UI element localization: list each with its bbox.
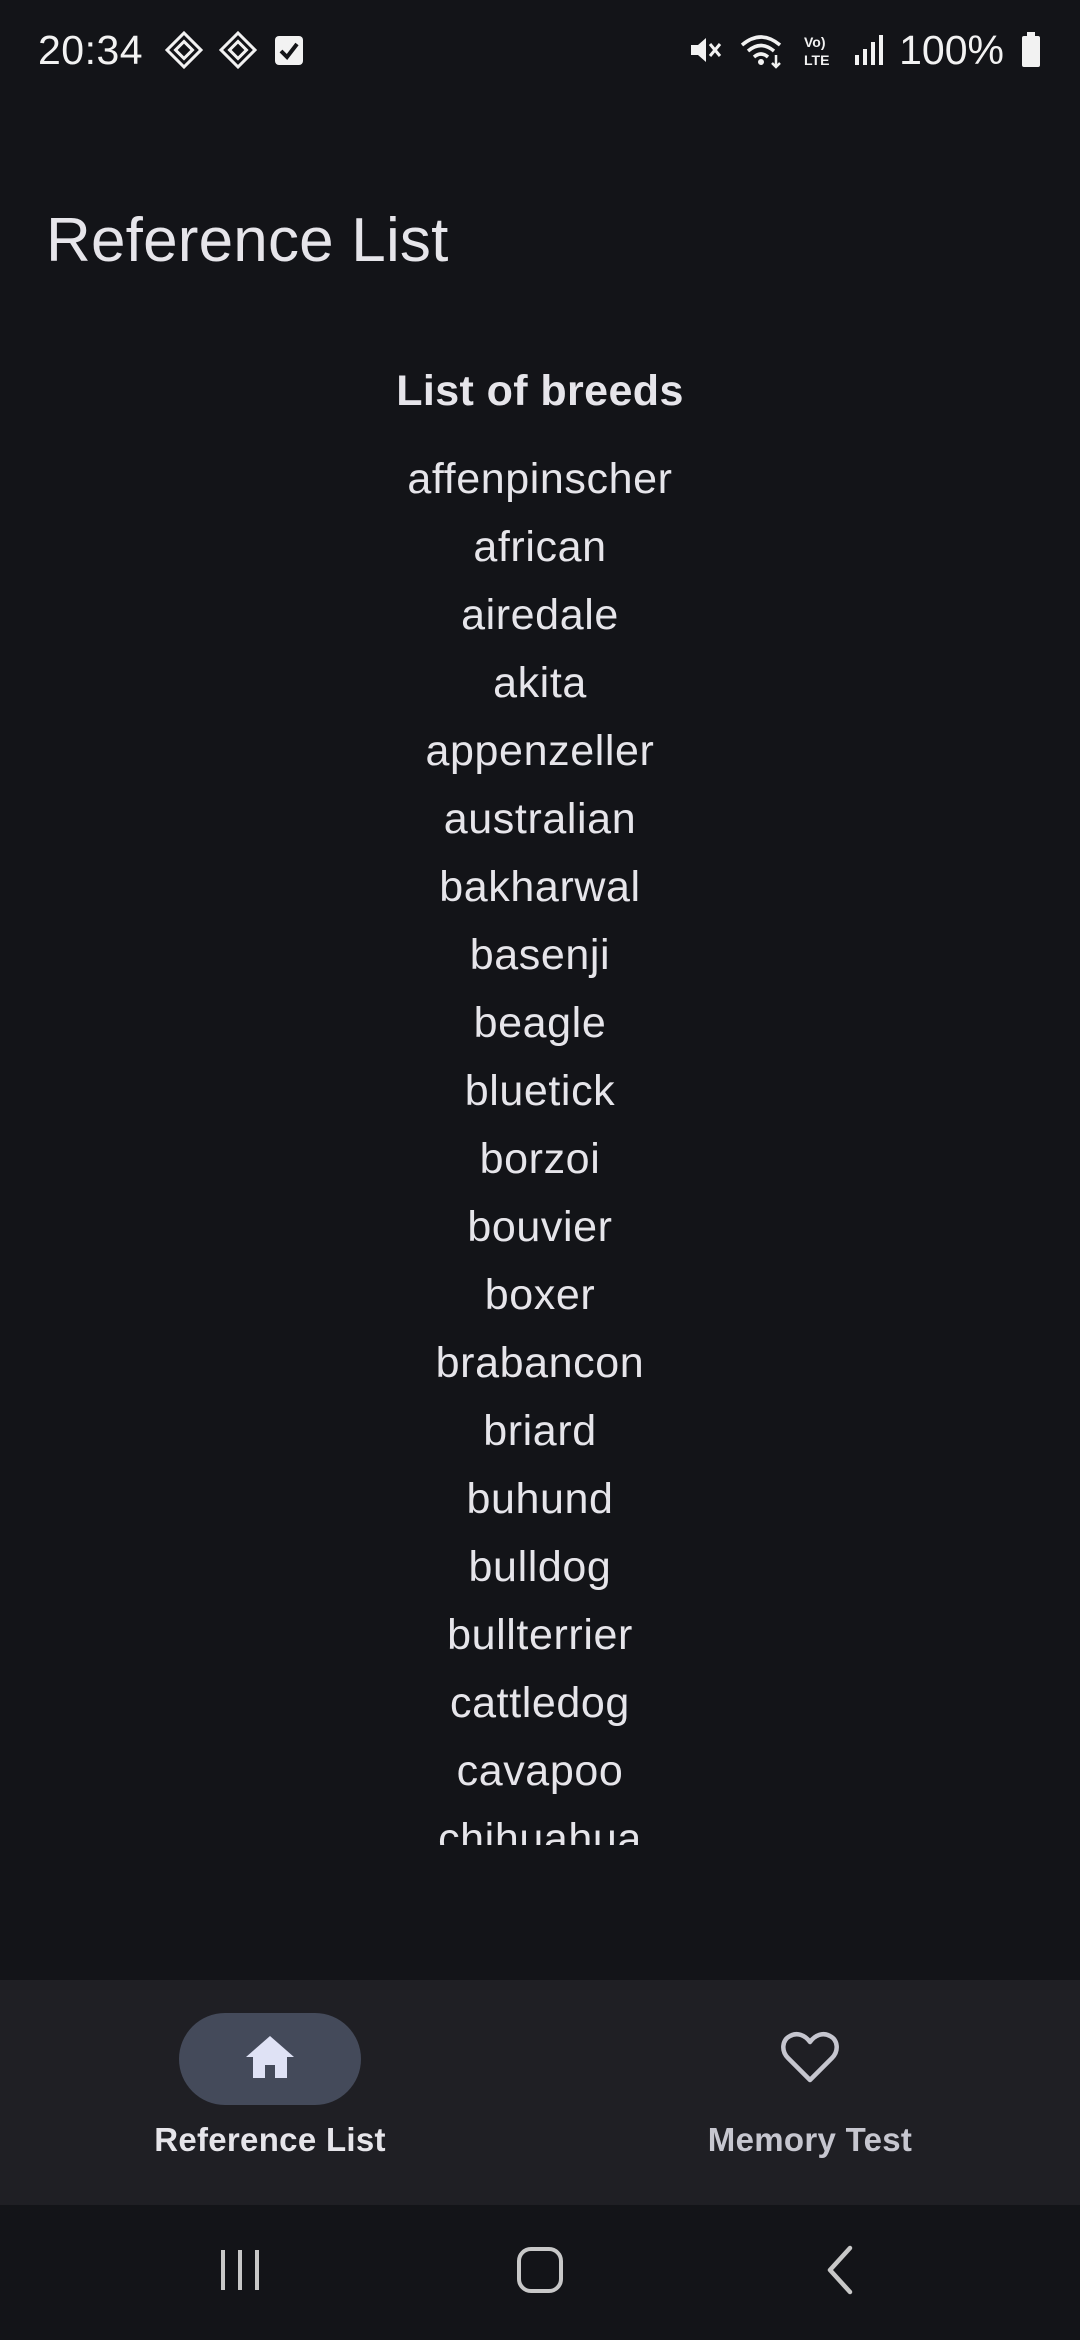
breed-list-section[interactable]: List of breeds affenpinscher african air… bbox=[0, 355, 1080, 1845]
list-item: borzoi bbox=[479, 1135, 601, 1183]
status-time: 20:34 bbox=[38, 26, 144, 73]
page-title: Reference List bbox=[46, 206, 449, 275]
list-item: cavapoo bbox=[456, 1747, 624, 1795]
list-heading: List of breeds bbox=[396, 367, 684, 415]
list-item: brabancon bbox=[435, 1339, 645, 1387]
list-item: buhund bbox=[466, 1475, 614, 1523]
recent-apps-button[interactable] bbox=[180, 2223, 300, 2323]
list-item: appenzeller bbox=[425, 727, 655, 775]
breed-list[interactable]: affenpinscher african airedale akita app… bbox=[407, 445, 672, 1845]
svg-text:LTE: LTE bbox=[804, 52, 829, 68]
app-notification-icon bbox=[219, 31, 258, 69]
heart-icon bbox=[780, 2030, 840, 2089]
status-bar: 20:34 Vo) LTE 100% bbox=[0, 0, 1080, 100]
home-icon bbox=[242, 2032, 298, 2087]
list-item: chihuahua bbox=[438, 1815, 642, 1845]
list-item: african bbox=[473, 523, 607, 571]
active-indicator bbox=[179, 2013, 361, 2105]
battery-percentage: 100% bbox=[899, 26, 1004, 73]
list-item: affenpinscher bbox=[407, 455, 673, 503]
recent-apps-icon bbox=[215, 2248, 265, 2297]
list-item: bouvier bbox=[467, 1203, 613, 1251]
list-item: bluetick bbox=[464, 1067, 616, 1115]
back-chevron-icon bbox=[822, 2244, 858, 2301]
nav-item-memory-test[interactable]: Memory Test bbox=[540, 1980, 1080, 2205]
list-item: basenji bbox=[469, 931, 611, 979]
battery-icon bbox=[1020, 31, 1042, 69]
list-item: bullterrier bbox=[447, 1611, 633, 1659]
list-item: cattledog bbox=[450, 1679, 630, 1727]
list-item: boxer bbox=[484, 1271, 596, 1319]
signal-icon bbox=[853, 33, 884, 67]
list-item: akita bbox=[493, 659, 587, 707]
svg-text:Vo): Vo) bbox=[804, 34, 826, 50]
list-item: beagle bbox=[473, 999, 607, 1047]
list-item: briard bbox=[483, 1407, 597, 1455]
status-right: Vo) LTE 100% bbox=[687, 27, 1042, 74]
wifi-icon bbox=[739, 31, 785, 69]
list-item: bulldog bbox=[468, 1543, 612, 1591]
volte-icon: Vo) LTE bbox=[801, 31, 837, 69]
app-notification-icon bbox=[165, 31, 204, 69]
bottom-navigation: Reference List Memory Test bbox=[0, 1980, 1080, 2205]
list-item: bakharwal bbox=[439, 863, 641, 911]
home-circle-icon bbox=[515, 2245, 565, 2300]
checkbox-notification-icon bbox=[273, 33, 305, 67]
home-button[interactable] bbox=[480, 2223, 600, 2323]
list-item: australian bbox=[443, 795, 637, 843]
back-button[interactable] bbox=[780, 2223, 900, 2323]
status-left: 20:34 bbox=[38, 27, 305, 74]
nav-label: Memory Test bbox=[707, 2121, 913, 2158]
inactive-indicator bbox=[719, 2013, 901, 2105]
system-navigation-bar bbox=[0, 2205, 1080, 2340]
nav-item-reference-list[interactable]: Reference List bbox=[0, 1980, 540, 2205]
mute-icon bbox=[687, 32, 723, 68]
list-item: airedale bbox=[461, 591, 619, 639]
nav-label: Reference List bbox=[154, 2121, 386, 2158]
